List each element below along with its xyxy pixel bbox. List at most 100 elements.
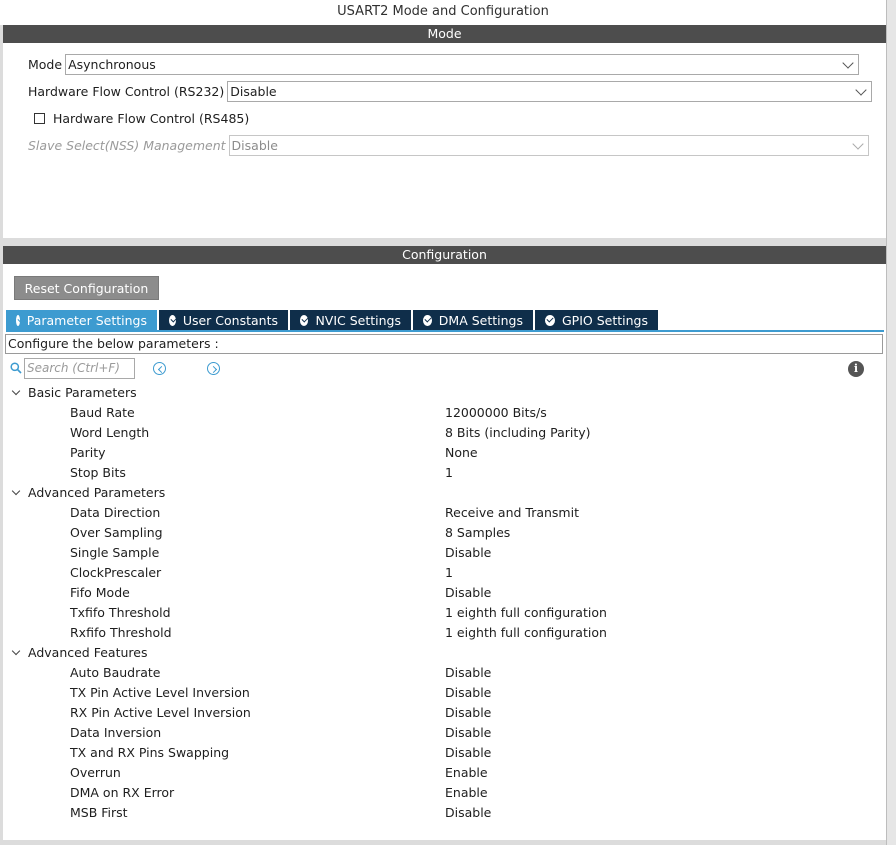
- tab-user-constants[interactable]: User Constants: [159, 310, 288, 330]
- group-basic-parameters[interactable]: Basic Parameters: [3, 383, 886, 403]
- tab-parameter-settings[interactable]: Parameter Settings: [6, 310, 157, 330]
- param-name: Baud Rate: [70, 405, 135, 420]
- param-value[interactable]: 1 eighth full configuration: [445, 623, 607, 643]
- chevron-down-icon: [851, 137, 864, 150]
- param-value[interactable]: 1 eighth full configuration: [445, 603, 607, 623]
- chevron-down-icon[interactable]: [11, 386, 21, 396]
- tab-label: DMA Settings: [438, 312, 523, 328]
- param-value[interactable]: Disable: [445, 683, 491, 703]
- param-row[interactable]: ClockPrescaler 1: [3, 563, 886, 583]
- hw-flow-rs232-select[interactable]: Disable: [227, 80, 873, 102]
- param-row[interactable]: Data Direction Receive and Transmit: [3, 503, 886, 523]
- param-name: Txfifo Threshold: [70, 605, 171, 620]
- mode-select-value: Asynchronous: [68, 56, 156, 72]
- search-icon[interactable]: [10, 362, 22, 374]
- chevron-down-icon[interactable]: [11, 486, 21, 496]
- param-value[interactable]: Disable: [445, 663, 491, 683]
- param-row[interactable]: TX Pin Active Level Inversion Disable: [3, 683, 886, 703]
- param-row[interactable]: Over Sampling 8 Samples: [3, 523, 886, 543]
- param-value[interactable]: 1: [445, 563, 453, 583]
- param-value[interactable]: Disable: [445, 803, 491, 823]
- param-value[interactable]: 8 Bits (including Parity): [445, 423, 591, 443]
- param-row[interactable]: Word Length 8 Bits (including Parity): [3, 423, 886, 443]
- tab-gpio-settings[interactable]: GPIO Settings: [535, 310, 658, 330]
- param-value[interactable]: 12000000 Bits/s: [445, 403, 547, 423]
- param-row[interactable]: Parity None: [3, 443, 886, 463]
- mode-select[interactable]: Asynchronous: [65, 53, 860, 75]
- hw-flow-rs232-label: Hardware Flow Control (RS232): [28, 83, 225, 99]
- param-row[interactable]: Baud Rate 12000000 Bits/s: [3, 403, 886, 423]
- param-name: Overrun: [70, 765, 121, 780]
- hw-flow-rs232-value: Disable: [230, 83, 277, 99]
- param-row[interactable]: Stop Bits 1: [3, 463, 886, 483]
- param-name: Single Sample: [70, 545, 160, 560]
- param-value[interactable]: Enable: [445, 783, 488, 803]
- group-label: Basic Parameters: [28, 385, 137, 400]
- param-value[interactable]: 8 Samples: [445, 523, 510, 543]
- tab-dma-settings[interactable]: DMA Settings: [413, 310, 533, 330]
- tab-nvic-settings[interactable]: NVIC Settings: [290, 310, 411, 330]
- param-row[interactable]: RX Pin Active Level Inversion Disable: [3, 703, 886, 723]
- tab-label: NVIC Settings: [315, 312, 401, 328]
- param-row[interactable]: MSB First Disable: [3, 803, 886, 823]
- param-value[interactable]: Disable: [445, 543, 491, 563]
- param-name: RX Pin Active Level Inversion: [70, 705, 251, 720]
- param-row[interactable]: Fifo Mode Disable: [3, 583, 886, 603]
- side-scrollbar[interactable]: [886, 0, 896, 845]
- panel-splitter[interactable]: [3, 238, 886, 246]
- tab-label: GPIO Settings: [562, 312, 648, 328]
- search-input[interactable]: Search (Ctrl+F): [24, 358, 135, 379]
- chevron-right-circle-icon[interactable]: [207, 362, 220, 375]
- chevron-left-circle-icon[interactable]: [153, 362, 166, 375]
- check-circle-icon: [16, 314, 20, 326]
- param-value[interactable]: Disable: [445, 583, 491, 603]
- param-name: DMA on RX Error: [70, 785, 175, 800]
- parameter-tree: Basic Parameters Baud Rate 12000000 Bits/…: [3, 383, 886, 823]
- param-row[interactable]: Rxfifo Threshold 1 eighth full configurat…: [3, 623, 886, 643]
- hw-flow-rs232-row: Hardware Flow Control (RS232) Disable: [28, 80, 873, 102]
- hw-flow-rs485-row: Hardware Flow Control (RS485): [28, 107, 252, 129]
- slave-select-row: Slave Select(NSS) Management Disable: [28, 134, 869, 156]
- mode-row: Mode Asynchronous: [28, 53, 860, 75]
- param-row[interactable]: Auto Baudrate Disable: [3, 663, 886, 683]
- param-name: TX and RX Pins Swapping: [70, 745, 230, 760]
- param-row[interactable]: DMA on RX Error Enable: [3, 783, 886, 803]
- tab-label: Parameter Settings: [26, 312, 147, 328]
- param-name: Word Length: [70, 425, 150, 440]
- param-row[interactable]: Single Sample Disable: [3, 543, 886, 563]
- configuration-header: Configuration: [3, 246, 886, 264]
- window-title: USART2 Mode and Configuration: [0, 0, 886, 25]
- info-icon[interactable]: i: [848, 361, 864, 377]
- group-advanced-features[interactable]: Advanced Features: [3, 643, 886, 663]
- reset-configuration-button[interactable]: Reset Configuration: [14, 276, 159, 300]
- param-name: Rxfifo Threshold: [70, 625, 172, 640]
- group-advanced-parameters[interactable]: Advanced Parameters: [3, 483, 886, 503]
- param-value[interactable]: Disable: [445, 743, 491, 763]
- mode-label: Mode: [28, 56, 63, 72]
- bottom-edge: [3, 840, 886, 845]
- param-value[interactable]: 1: [445, 463, 453, 483]
- param-value[interactable]: Disable: [445, 723, 491, 743]
- param-value[interactable]: Receive and Transmit: [445, 503, 579, 523]
- hw-flow-rs485-label: Hardware Flow Control (RS485): [53, 110, 250, 126]
- param-name: Parity: [70, 445, 106, 460]
- param-row[interactable]: Data Inversion Disable: [3, 723, 886, 743]
- configure-hint: Configure the below parameters :: [5, 334, 883, 354]
- param-name: ClockPrescaler: [70, 565, 162, 580]
- param-row[interactable]: Txfifo Threshold 1 eighth full configurat…: [3, 603, 886, 623]
- param-name: MSB First: [70, 805, 128, 820]
- param-value[interactable]: Enable: [445, 763, 488, 783]
- mode-header: Mode: [3, 25, 886, 43]
- chevron-down-icon[interactable]: [11, 646, 21, 656]
- param-value[interactable]: None: [445, 443, 478, 463]
- param-value[interactable]: Disable: [445, 703, 491, 723]
- hw-flow-rs485-checkbox[interactable]: [34, 112, 45, 124]
- param-row[interactable]: TX and RX Pins Swapping Disable: [3, 743, 886, 763]
- param-name: Data Inversion: [70, 725, 162, 740]
- slave-select-label: Slave Select(NSS) Management: [28, 137, 226, 153]
- check-circle-icon: [300, 314, 309, 326]
- param-name: Over Sampling: [70, 525, 163, 540]
- param-row[interactable]: Overrun Enable: [3, 763, 886, 783]
- chevron-down-icon: [842, 56, 854, 69]
- check-circle-icon: [423, 314, 432, 326]
